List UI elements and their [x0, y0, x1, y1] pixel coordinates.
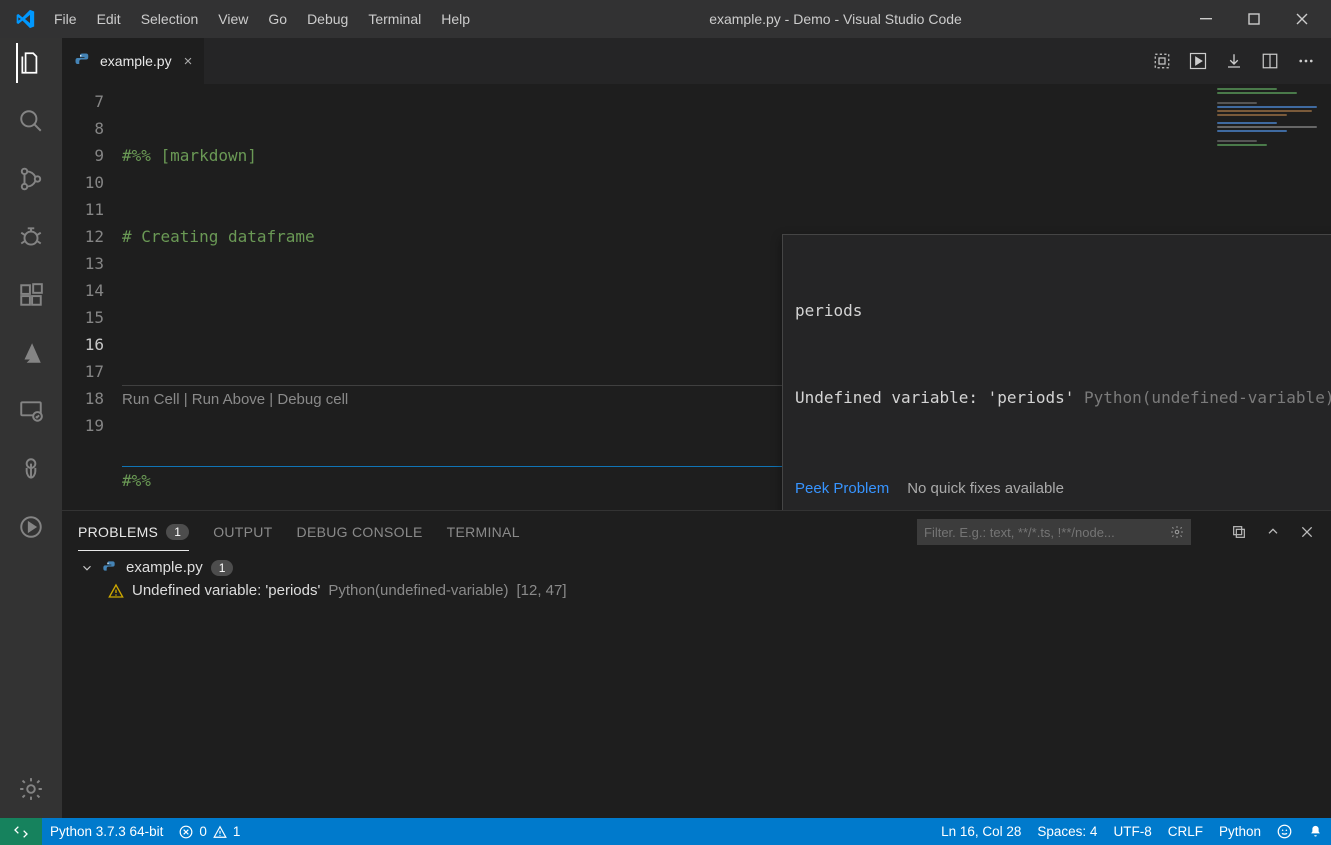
feedback-icon[interactable]	[1269, 824, 1300, 839]
menu-help[interactable]: Help	[431, 5, 480, 33]
status-language-mode[interactable]: Python	[1211, 824, 1269, 839]
code-line-7: #%% [markdown]	[122, 142, 257, 169]
code-content[interactable]: #%% [markdown] # Creating dataframe Run …	[122, 84, 1211, 510]
hover-title: periods	[795, 297, 1331, 324]
status-cursor-position[interactable]: Ln 16, Col 28	[933, 824, 1029, 839]
tab-bar: example.py ×	[62, 38, 1331, 84]
hover-source: Python(undefined-variable)	[1084, 388, 1331, 407]
problem-source: Python(undefined-variable)	[328, 582, 508, 599]
run-file-icon[interactable]	[1189, 52, 1207, 70]
window-controls	[1191, 4, 1323, 34]
panel-tab-terminal[interactable]: TERMINAL	[447, 514, 520, 550]
jupyter-variables-icon[interactable]	[1153, 52, 1171, 70]
problems-filter-input[interactable]	[917, 519, 1191, 545]
problem-message: Undefined variable: 'periods'	[132, 582, 320, 599]
python-env-icon[interactable]	[16, 454, 46, 484]
run-below-icon[interactable]	[1225, 52, 1243, 70]
code-line-8: # Creating dataframe	[122, 223, 315, 250]
notifications-bell-icon[interactable]	[1300, 824, 1331, 839]
menu-terminal[interactable]: Terminal	[358, 5, 431, 33]
activity-bar	[0, 38, 62, 818]
remote-indicator[interactable]	[0, 818, 42, 845]
close-window-button[interactable]	[1287, 4, 1317, 34]
extensions-icon[interactable]	[16, 280, 46, 310]
window-title: example.py - Demo - Visual Studio Code	[480, 11, 1191, 27]
menu-go[interactable]: Go	[258, 5, 297, 33]
problem-position: [12, 47]	[516, 582, 566, 599]
problem-file-name: example.py	[126, 559, 203, 576]
editor-actions	[1137, 38, 1331, 84]
source-control-icon[interactable]	[16, 164, 46, 194]
settings-gear-icon[interactable]	[16, 774, 46, 804]
remote-explorer-icon[interactable]	[16, 396, 46, 426]
tab-label: example.py	[100, 53, 172, 69]
editor-pane[interactable]: 7 8 9 10 11 12 13 14 15 16 17 18 19 #%% …	[62, 84, 1331, 510]
panel-tab-output[interactable]: OUTPUT	[213, 514, 272, 550]
maximize-button[interactable]	[1239, 4, 1269, 34]
problem-item[interactable]: Undefined variable: 'periods' Python(und…	[80, 582, 1313, 599]
python-file-icon	[74, 52, 92, 70]
debug-icon[interactable]	[16, 222, 46, 252]
menu-view[interactable]: View	[208, 5, 258, 33]
collapse-all-icon[interactable]	[1231, 524, 1247, 540]
status-problems[interactable]: 0 1	[171, 824, 248, 839]
tab-example-py[interactable]: example.py ×	[62, 38, 205, 84]
panel-tabs: PROBLEMS 1 OUTPUT DEBUG CONSOLE TERMINAL	[62, 511, 1331, 553]
panel-tab-problems[interactable]: PROBLEMS 1	[78, 514, 189, 551]
hover-message: Undefined variable: 'periods'	[795, 388, 1074, 407]
problem-file-row[interactable]: example.py 1	[80, 559, 1313, 576]
editor-area: example.py × 7 8 9 10 11 12 13	[62, 38, 1331, 818]
panel-tab-debug-console[interactable]: DEBUG CONSOLE	[297, 514, 423, 550]
problems-list: example.py 1 Undefined variable: 'period…	[62, 553, 1331, 818]
chevron-down-icon[interactable]	[80, 561, 94, 575]
error-icon	[179, 825, 193, 839]
azure-icon[interactable]	[16, 338, 46, 368]
hover-tooltip: periods Undefined variable: 'periods' Py…	[782, 234, 1331, 510]
peek-problem-link[interactable]: Peek Problem	[795, 475, 889, 502]
vscode-logo-icon	[12, 6, 38, 32]
close-tab-icon[interactable]: ×	[184, 53, 193, 70]
titlebar: File Edit Selection View Go Debug Termin…	[0, 0, 1331, 38]
minimize-button[interactable]	[1191, 4, 1221, 34]
code-line-10: #%%	[122, 467, 151, 494]
panel-close-icon[interactable]	[1299, 524, 1315, 540]
filter-settings-icon[interactable]	[1170, 525, 1184, 539]
file-problem-count-badge: 1	[211, 560, 234, 576]
status-indentation[interactable]: Spaces: 4	[1029, 824, 1105, 839]
panel-maximize-icon[interactable]	[1265, 524, 1281, 540]
menu-selection[interactable]: Selection	[131, 5, 209, 33]
test-icon[interactable]	[16, 512, 46, 542]
search-icon[interactable]	[16, 106, 46, 136]
menu-bar: File Edit Selection View Go Debug Termin…	[44, 5, 480, 33]
bottom-panel: PROBLEMS 1 OUTPUT DEBUG CONSOLE TERMINAL	[62, 510, 1331, 818]
menu-file[interactable]: File	[44, 5, 87, 33]
no-quick-fixes-label: No quick fixes available	[907, 475, 1064, 502]
filter-text-input[interactable]	[924, 525, 1164, 540]
problems-count-badge: 1	[166, 524, 189, 540]
explorer-icon[interactable]	[16, 48, 46, 78]
menu-edit[interactable]: Edit	[87, 5, 131, 33]
status-encoding[interactable]: UTF-8	[1105, 824, 1159, 839]
python-file-icon	[102, 560, 118, 576]
warning-icon	[213, 825, 227, 839]
warning-icon	[108, 583, 124, 599]
status-bar: Python 3.7.3 64-bit 0 1 Ln 16, Col 28 Sp…	[0, 818, 1331, 845]
line-number-gutter: 7 8 9 10 11 12 13 14 15 16 17 18 19	[62, 84, 122, 510]
status-python-interpreter[interactable]: Python 3.7.3 64-bit	[42, 824, 171, 839]
more-actions-icon[interactable]	[1297, 52, 1315, 70]
menu-debug[interactable]: Debug	[297, 5, 358, 33]
status-eol[interactable]: CRLF	[1160, 824, 1211, 839]
split-editor-icon[interactable]	[1261, 52, 1279, 70]
